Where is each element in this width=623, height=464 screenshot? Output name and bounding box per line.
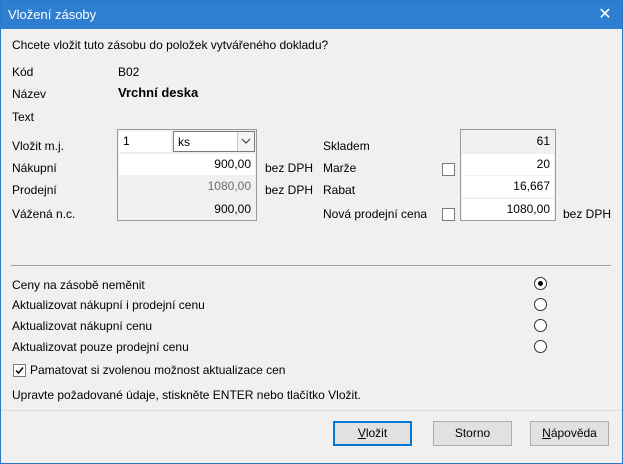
checkmark-icon bbox=[15, 367, 24, 375]
radio-update-purchase[interactable] bbox=[534, 319, 547, 332]
discount-input[interactable]: 16,667 bbox=[462, 176, 554, 197]
weighted-label: Vážená n.c. bbox=[12, 207, 76, 221]
weighted-price-value: 900,00 bbox=[119, 199, 255, 220]
name-label: Název bbox=[12, 87, 47, 101]
title-bar: Vložení zásoby ✕ bbox=[1, 1, 622, 29]
radio-update-sale[interactable] bbox=[534, 340, 547, 353]
code-label: Kód bbox=[12, 65, 34, 79]
margin-input[interactable]: 20 bbox=[462, 154, 554, 175]
option-label-sale: Aktualizovat pouze prodejní cenu bbox=[12, 340, 189, 354]
code-value: B02 bbox=[118, 65, 140, 79]
help-button-mnemonic: N bbox=[542, 426, 551, 440]
option-label-keep: Ceny na zásobě neměnit bbox=[12, 278, 145, 292]
text-label: Text bbox=[12, 110, 35, 124]
close-icon[interactable]: ✕ bbox=[588, 1, 622, 29]
margin-checkbox[interactable] bbox=[442, 163, 455, 176]
insert-button-label: ložit bbox=[365, 426, 388, 440]
remember-label: Pamatovat si zvolenou možnost aktualizac… bbox=[30, 363, 286, 377]
divider bbox=[11, 265, 611, 266]
discount-label: Rabat bbox=[323, 183, 356, 197]
question-text: Chcete vložit tuto zásobu do položek vyt… bbox=[12, 38, 329, 52]
hint-text: Upravte požadované údaje, stiskněte ENTE… bbox=[12, 388, 361, 402]
help-button-label: ápověda bbox=[550, 426, 597, 440]
unit-select-value: ks bbox=[178, 135, 190, 149]
name-value: Vrchní deska bbox=[118, 85, 199, 100]
new-price-checkbox[interactable] bbox=[442, 208, 455, 221]
option-label-both: Aktualizovat nákupní i prodejní cenu bbox=[12, 298, 205, 312]
help-button[interactable]: Nápověda bbox=[530, 421, 609, 446]
insert-button-mnemonic: V bbox=[357, 426, 366, 440]
insert-button[interactable]: Vložit bbox=[333, 421, 412, 446]
stock-value: 61 bbox=[462, 131, 554, 152]
chevron-down-icon[interactable] bbox=[237, 132, 254, 151]
unit-label: Vložit m.j. bbox=[12, 139, 65, 153]
remember-checkbox[interactable] bbox=[13, 364, 26, 377]
unit-select[interactable]: ks bbox=[173, 131, 255, 152]
sale-suffix: bez DPH bbox=[265, 183, 314, 197]
dialog-window: Vložení zásoby ✕ Chcete vložit tuto záso… bbox=[0, 0, 623, 464]
sale-price-value: 1080,00 bbox=[119, 176, 255, 197]
new-price-suffix: bez DPH bbox=[563, 207, 612, 221]
button-bar: Vložit Storno Nápověda bbox=[2, 410, 622, 463]
stock-label: Skladem bbox=[323, 139, 370, 153]
purchase-label: Nákupní bbox=[12, 161, 57, 175]
radio-keep-prices[interactable] bbox=[534, 277, 547, 290]
radio-update-both[interactable] bbox=[534, 298, 547, 311]
new-price-input[interactable]: 1080,00 bbox=[462, 199, 554, 220]
sale-label: Prodejní bbox=[12, 183, 57, 197]
window-title: Vložení zásoby bbox=[8, 7, 97, 22]
purchase-suffix: bez DPH bbox=[265, 161, 314, 175]
margin-label: Marže bbox=[323, 161, 357, 175]
purchase-price-input[interactable]: 900,00 bbox=[119, 154, 255, 175]
unit-quantity-input[interactable]: 1 bbox=[119, 131, 171, 152]
new-price-label: Nová prodejní cena bbox=[323, 207, 428, 221]
cancel-button[interactable]: Storno bbox=[433, 421, 512, 446]
option-label-purchase: Aktualizovat nákupní cenu bbox=[12, 319, 153, 333]
